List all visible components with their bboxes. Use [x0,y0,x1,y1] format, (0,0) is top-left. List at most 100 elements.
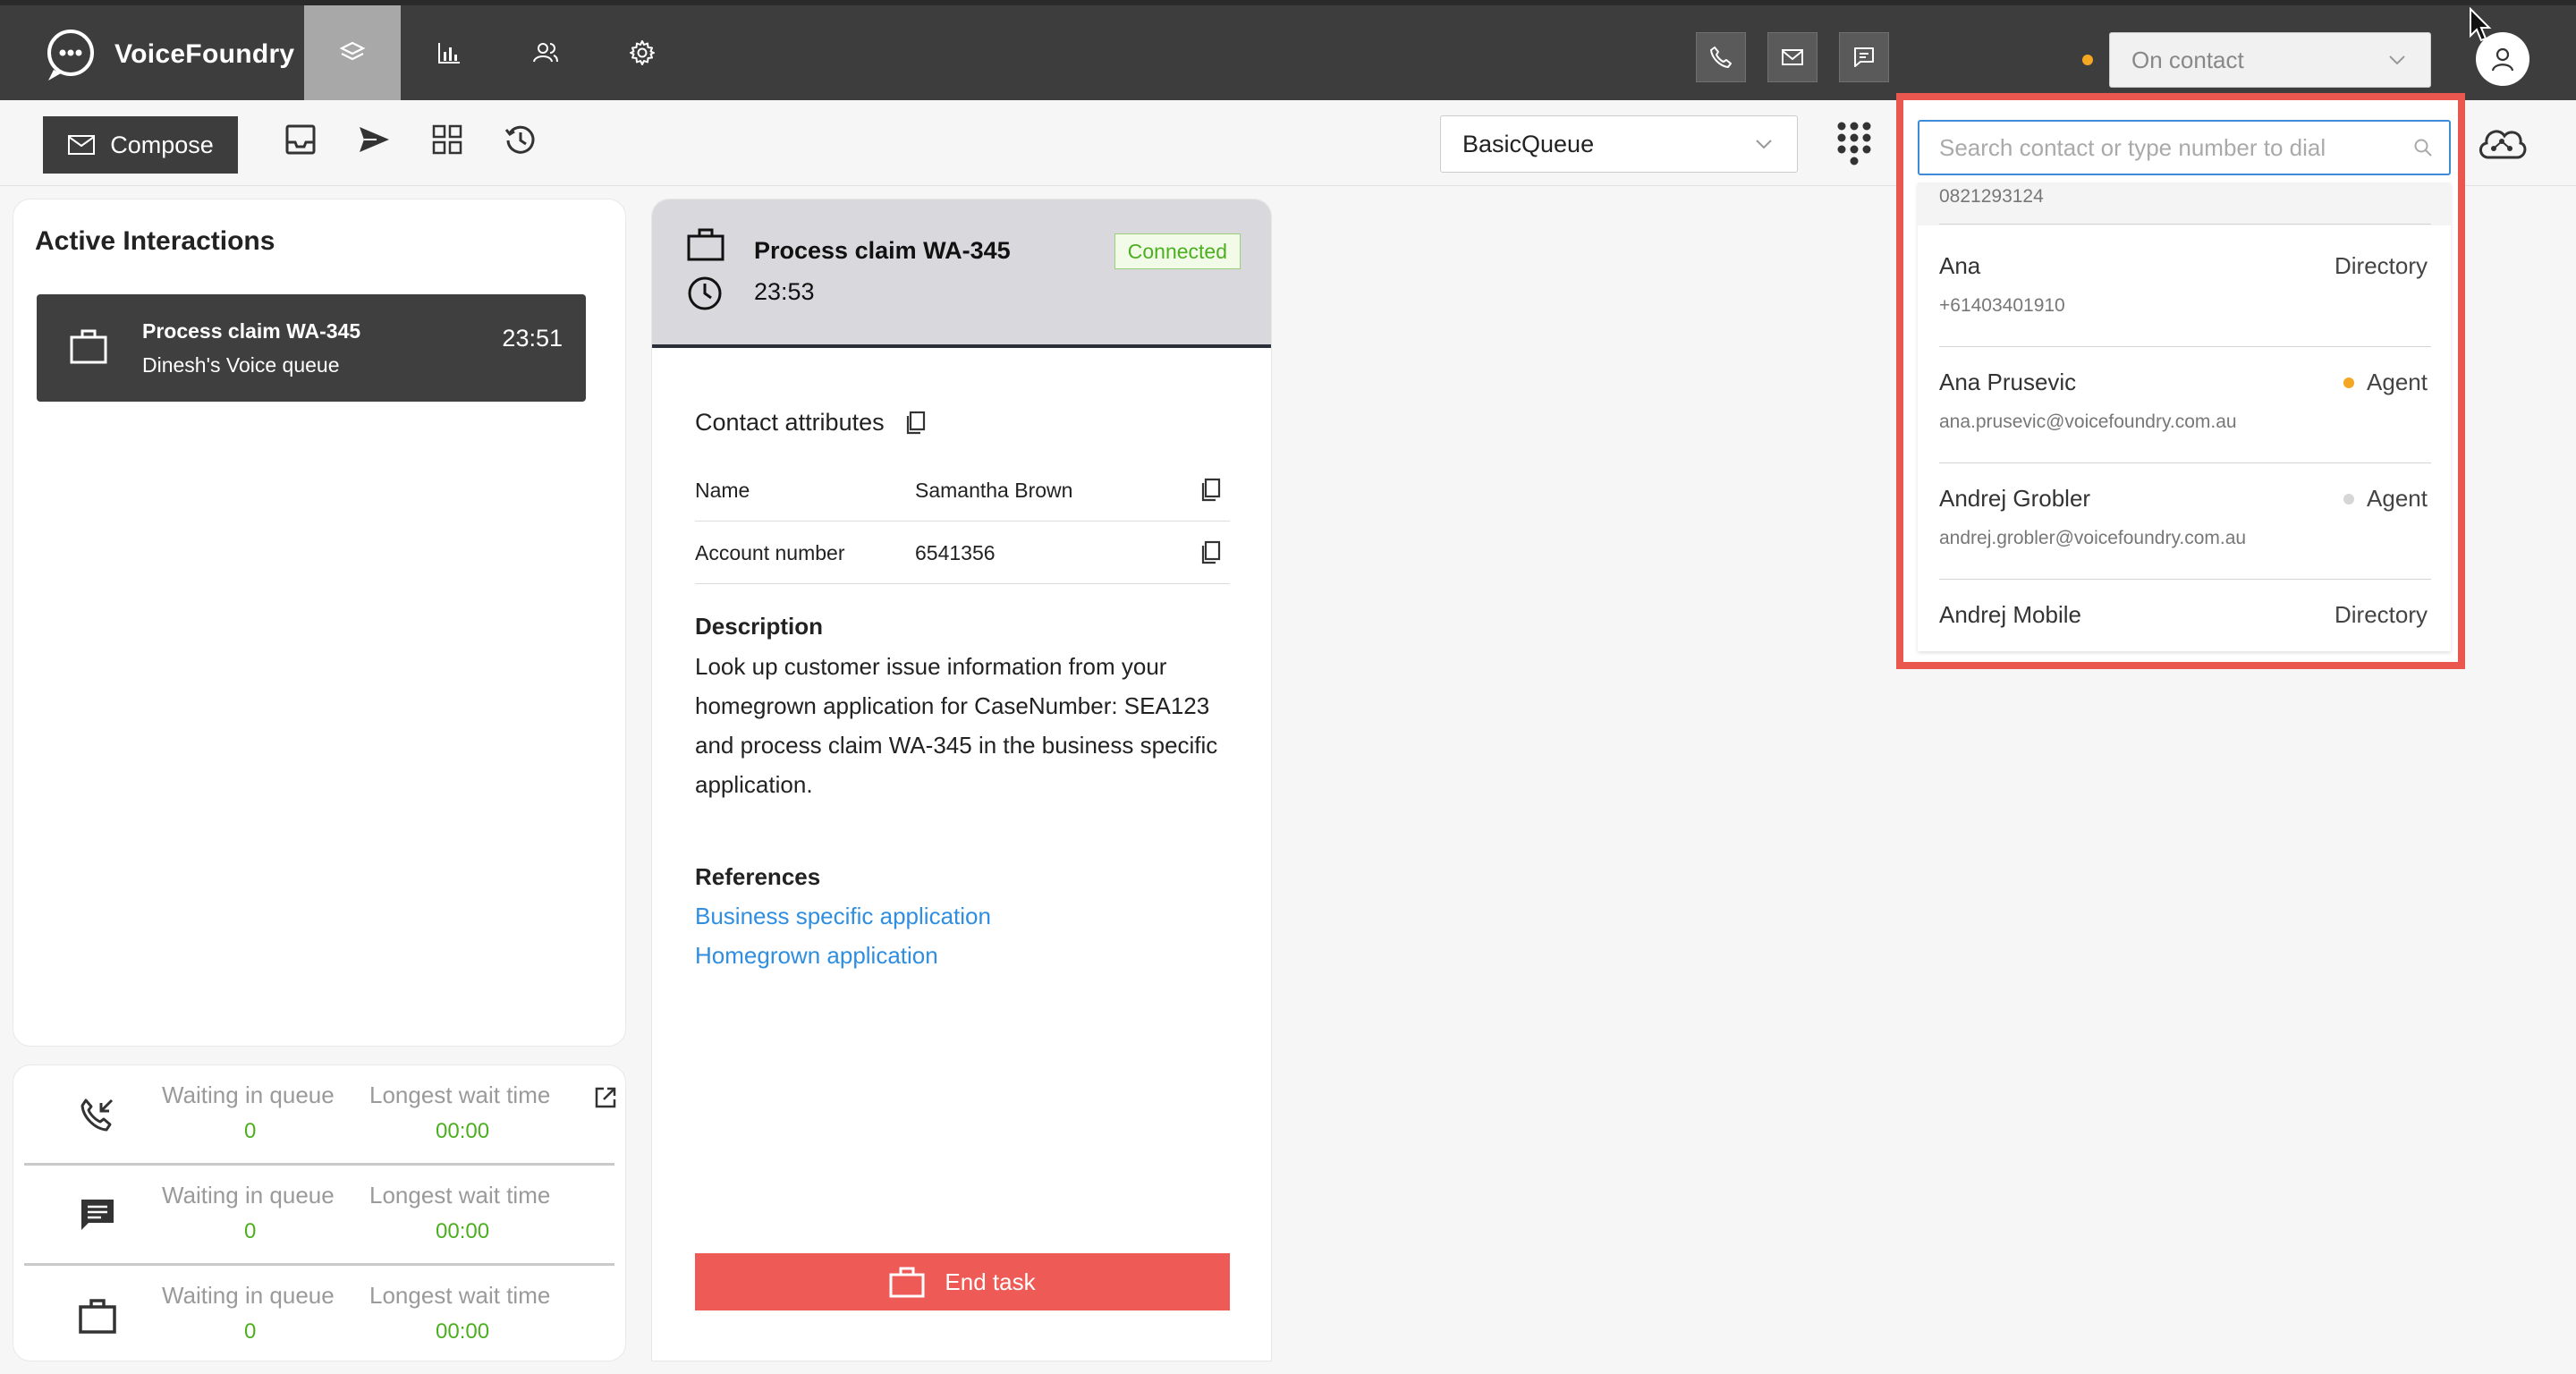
longest-wait-label: Longest wait time [369,1081,551,1108]
grid-button[interactable] [429,122,465,157]
chat-channel-button[interactable] [1839,32,1889,82]
interaction-card[interactable]: Process claim WA-345 Dinesh's Voice queu… [37,294,586,402]
result-name: Ana Prusevic [1939,369,2077,395]
gear-icon [630,40,655,65]
history-button[interactable] [503,122,538,157]
envelope-icon [68,135,96,155]
end-task-button[interactable]: End task [695,1253,1230,1310]
result-name: Andrej Grobler [1939,485,2091,512]
inbox-button[interactable] [283,122,318,157]
list-item[interactable]: Andrej Mobile Directory [1939,580,2431,651]
result-type: Directory [2334,601,2428,629]
compose-button[interactable]: Compose [43,116,238,174]
phone-channel-button[interactable] [1696,32,1746,82]
result-type: Agent [2343,369,2428,396]
queue-value: BasicQueue [1462,130,1595,157]
nav-contacts[interactable] [497,5,594,100]
contact-attributes-title: Contact attributes [695,409,885,436]
status-indicator [2082,55,2093,65]
description-text: Look up customer issue information from … [695,653,1218,798]
result-subtitle: +61403401910 [1939,295,2065,316]
phone-icon [1710,47,1732,68]
nav-reports[interactable] [401,5,497,100]
briefcase-icon [70,329,107,364]
send-icon [360,127,389,152]
dialpad-icon[interactable] [1835,120,1873,166]
voicefoundry-logo-icon [47,30,94,81]
bar-chart-icon [438,43,460,64]
interaction-queue: Dinesh's Voice queue [142,353,340,377]
briefcase-icon [889,1267,925,1298]
layers-icon [339,41,366,61]
cloud-connection-icon[interactable] [2474,118,2529,168]
mail-channel-button[interactable] [1767,32,1818,82]
agent-status-value: On contact [2131,46,2244,73]
attribute-value: Samantha Brown [915,479,1073,502]
copy-icon[interactable] [904,410,928,437]
queue-select[interactable]: BasicQueue [1440,115,1798,173]
toolbar-icons [283,122,538,157]
active-interactions-panel: Active Interactions Process claim WA-345… [13,199,626,1047]
waiting-label: Waiting in queue [162,1182,335,1209]
agent-status-select[interactable]: On contact [2109,32,2431,88]
list-item[interactable]: 0821293124 [1918,182,2451,225]
top-nav [304,5,691,100]
list-item[interactable]: Ana +61403401910 Directory [1939,231,2431,347]
app-name: VoiceFoundry [114,39,295,69]
search-results: 0821293124 Ana +61403401910 Directory An… [1918,182,2451,651]
list-item[interactable]: Ana Prusevic ana.prusevic@voicefoundry.c… [1939,347,2431,463]
reference-link[interactable]: Business specific application [695,903,991,930]
grid-icon [432,124,462,155]
search-input[interactable] [1918,120,2451,175]
longest-wait-value: 00:00 [436,1119,490,1143]
chat-icon [1854,47,1874,67]
search-icon [2414,139,2432,157]
logo: VoiceFoundry [41,25,294,84]
task-timer: 23:53 [754,278,815,305]
waiting-value: 0 [244,1319,257,1344]
result-subtitle: 0821293124 [1939,186,2044,207]
compose-label: Compose [110,131,214,158]
presence-dot [2343,377,2355,388]
longest-wait-label: Longest wait time [369,1282,551,1309]
waiting-label: Waiting in queue [162,1282,335,1309]
chevron-down-icon [1756,140,1772,149]
queue-stat-row: Waiting in queue 0 Longest wait time 00:… [24,1266,614,1366]
contact-search-dropdown: 0821293124 Ana +61403401910 Directory An… [1896,93,2465,669]
waiting-value: 0 [244,1119,257,1143]
clock-icon [688,276,722,310]
users-icon [533,43,558,63]
nav-settings[interactable] [594,5,691,100]
nav-interactions[interactable] [304,5,401,100]
description-title: Description [695,613,824,640]
reference-link[interactable]: Homegrown application [695,942,938,970]
queue-stat-row: Waiting in queue 0 Longest wait time 00:… [24,1166,614,1266]
references-title: References [695,863,821,890]
mail-icon [1782,49,1803,65]
longest-wait-label: Longest wait time [369,1182,551,1209]
mouse-cursor-icon [2470,7,2492,42]
history-icon [504,125,535,154]
result-type-label: Directory [2334,252,2428,279]
task-icon [79,1299,116,1334]
longest-wait-value: 00:00 [436,1319,490,1344]
result-type-label: Agent [2367,369,2428,395]
incoming-call-icon [80,1098,114,1132]
result-type-label: Directory [2334,601,2428,628]
attribute-key: Account number [695,541,845,564]
result-name: Andrej Mobile [1939,601,2081,628]
inbox-icon [285,124,316,155]
attribute-row: Account number 6541356 [695,522,1230,584]
send-button[interactable] [356,122,392,157]
waiting-value: 0 [244,1219,257,1243]
user-icon [2491,47,2514,72]
longest-wait-value: 00:00 [436,1219,490,1243]
external-link-icon[interactable] [593,1085,618,1110]
chevron-down-icon [2389,55,2405,65]
task-header: Process claim WA-345 23:53 Connected [652,199,1271,348]
result-type-label: Agent [2367,485,2428,512]
active-interactions-title: Active Interactions [35,226,275,256]
list-item[interactable]: Andrej Grobler andrej.grobler@voicefound… [1939,463,2431,580]
copy-icon[interactable] [1199,539,1223,566]
copy-icon[interactable] [1199,477,1223,504]
